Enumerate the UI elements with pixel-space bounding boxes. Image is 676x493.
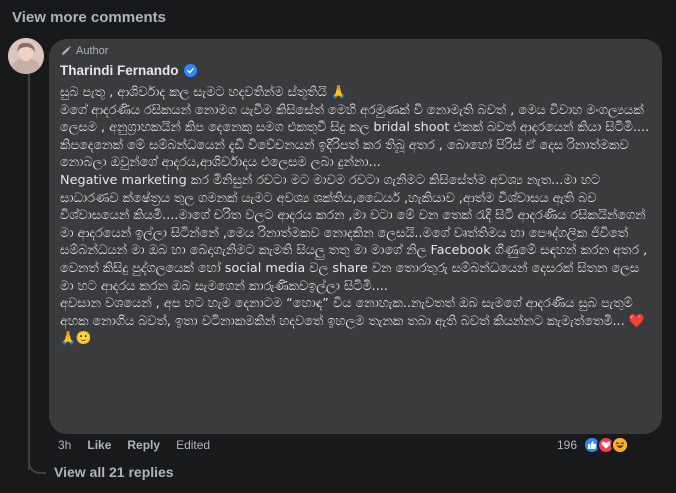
comment-timestamp[interactable]: 3h	[58, 438, 71, 452]
comment-actions: 3h Like Reply Edited	[58, 438, 210, 452]
comment-paragraph: සුබ පැතූ , ආශිර්වාද කල සැමට හදවතින්ම ස්ත…	[60, 85, 347, 100]
haha-icon	[611, 436, 630, 454]
thread-line	[28, 72, 30, 470]
author-badge: Author	[60, 45, 108, 57]
author-badge-label: Author	[76, 45, 109, 57]
like-button[interactable]: Like	[87, 438, 111, 452]
comment-paragraph: Negative marketing කර මිනිසුන් රවටා මට ම…	[60, 172, 648, 294]
comment-paragraph: කිපදෙනෙක් මේ සම්බන්ධයෙන් දැඩි විවේචනයන් …	[60, 137, 629, 171]
view-more-comments-link[interactable]: View more comments	[12, 9, 166, 26]
reply-button[interactable]: Reply	[127, 438, 160, 452]
pencil-icon	[62, 46, 71, 55]
author-name[interactable]: Tharindi Fernando	[60, 63, 197, 78]
comment-body: සුබ පැතූ , ආශිර්වාද කල සැමට හදවතින්ම ස්ත…	[60, 84, 656, 348]
reaction-count: 196	[557, 438, 578, 452]
view-all-replies-link[interactable]: View all 21 replies	[54, 464, 174, 480]
comment-paragraph: මගේ ආදරණිය රසිකයන් නොමග යැවීම කිසිසේත් ම…	[60, 102, 650, 136]
verified-badge-icon	[183, 64, 197, 77]
reaction-icons	[583, 436, 630, 454]
edited-label: Edited	[176, 438, 211, 452]
avatar-image	[8, 38, 44, 74]
comment-paragraph: අවසාන වශයෙන් , අප හට හැම දෙනාටම “හොඳ” වි…	[60, 296, 645, 347]
avatar[interactable]	[8, 38, 44, 74]
author-name-text[interactable]: Tharindi Fernando	[60, 63, 179, 78]
thread-connector	[28, 452, 46, 474]
reactions-summary[interactable]: 196	[557, 436, 630, 454]
